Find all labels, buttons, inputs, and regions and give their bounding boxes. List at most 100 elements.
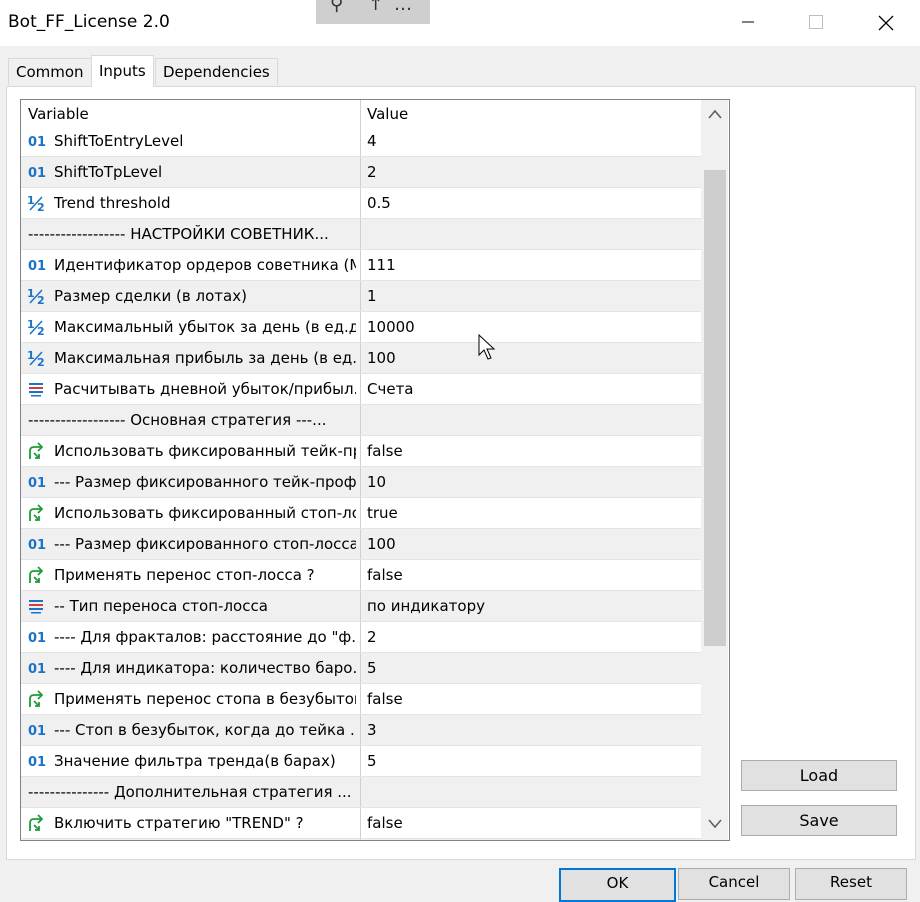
tab-dependencies[interactable]: Dependencies <box>155 58 278 85</box>
value-cell[interactable]: 111 <box>367 256 396 274</box>
search-icon[interactable]: ⚲ <box>330 0 343 15</box>
grid-row[interactable]: 1 2 Максимальная прибыль за день (в ед....… <box>21 343 701 374</box>
value-cell[interactable]: 3 <box>367 721 377 739</box>
close-button[interactable] <box>863 0 909 46</box>
scrollbar-thumb[interactable] <box>704 170 726 646</box>
svg-text:1: 1 <box>27 318 35 331</box>
grid-row[interactable]: Использовать фиксированный стоп-ло... tru… <box>21 498 701 529</box>
more-icon[interactable]: … <box>394 0 412 15</box>
value-cell[interactable]: 2 <box>367 628 377 646</box>
double-icon: 12 <box>27 287 47 307</box>
variable-name: Использовать фиксированный тейк-пр... <box>54 442 356 460</box>
variable-name: ---- Для индикатора: количество баро... <box>54 659 356 677</box>
grid-row[interactable]: 01 ShiftToEntryLevel 4 <box>21 126 701 157</box>
ok-button[interactable]: OK <box>559 868 676 902</box>
variable-name: --------------- Дополнительная стратегия… <box>28 783 352 801</box>
inputs-grid: Variable Value 01 ShiftToEntryLevel 4 01 Shi… <box>20 99 730 841</box>
variable-name: Размер сделки (в лотах) <box>54 287 247 305</box>
scroll-up-icon[interactable] <box>708 108 722 120</box>
grid-row[interactable]: 01 ---- Для фракталов: расстояние до "ф..… <box>21 622 701 653</box>
enum-icon <box>27 597 47 615</box>
variable-cell: 01 ---- Для фракталов: расстояние до "ф..… <box>21 622 361 652</box>
int-icon: 01 <box>27 132 47 150</box>
svg-text:2: 2 <box>37 325 45 336</box>
value-cell[interactable]: 10000 <box>367 318 415 336</box>
value-cell[interactable]: Счета <box>367 380 414 398</box>
value-cell[interactable]: 100 <box>367 535 396 553</box>
grid-row[interactable]: Расчитывать дневной убыток/прибыл... Счет… <box>21 374 701 405</box>
value-cell[interactable]: false <box>367 814 403 832</box>
bool-icon <box>27 814 47 832</box>
value-cell[interactable]: false <box>367 690 403 708</box>
maximize-button[interactable] <box>794 0 840 46</box>
grid-row[interactable]: 1 2 Trend threshold 0.5 <box>21 188 701 219</box>
grid-row[interactable]: 01 --- Размер фиксированного тейк-проф...… <box>21 467 701 498</box>
value-cell[interactable]: 1 <box>367 287 377 305</box>
grid-row[interactable]: 01 ShiftToTpLevel 2 <box>21 157 701 188</box>
scroll-down-icon[interactable] <box>708 818 722 830</box>
variable-name: -- Тип переноса стоп-лосса <box>54 597 268 615</box>
tab-common[interactable]: Common <box>8 58 92 85</box>
double-icon: 12 <box>27 349 47 369</box>
bool-icon <box>27 690 47 708</box>
grid-row[interactable]: Включить стратегию "TREND" ? false <box>21 808 701 839</box>
variable-name: Максимальная прибыль за день (в ед.... <box>54 349 356 367</box>
value-cell[interactable]: 4 <box>367 132 377 150</box>
grid-row[interactable]: Использовать фиксированный тейк-пр... fal… <box>21 436 701 467</box>
column-header-variable[interactable]: Variable <box>28 105 89 123</box>
grid-row[interactable]: ------------------ Основная стратегия --… <box>21 405 701 436</box>
window-title: Bot_FF_License 2.0 <box>8 12 170 32</box>
variable-cell: -- Тип переноса стоп-лосса <box>21 591 361 621</box>
column-divider[interactable] <box>360 100 361 128</box>
tab-inputs[interactable]: Inputs <box>91 55 154 87</box>
variable-cell: 01 Значение фильтра тренда(в барах) <box>21 746 361 776</box>
grid-row[interactable]: ------ ФИЛЬТРЫ ВРЕМЕНИ РАБОТЫ СОВ... <box>21 839 701 840</box>
variable-name: ---- Для фракталов: расстояние до "ф... <box>54 628 356 646</box>
grid-row[interactable]: 01 Идентификатор ордеров советника (М... 1… <box>21 250 701 281</box>
load-button[interactable]: Load <box>741 760 897 791</box>
value-cell[interactable]: по индикатору <box>367 597 485 615</box>
value-cell[interactable]: 5 <box>367 659 377 677</box>
reset-button[interactable]: Reset <box>795 868 907 900</box>
variable-cell: 1 2 Максимальный убыток за день (в ед.д... <box>21 312 361 342</box>
pin-icon[interactable]: ↑ <box>368 0 383 15</box>
minimize-button[interactable] <box>726 0 772 46</box>
value-cell[interactable]: 0.5 <box>367 194 391 212</box>
vertical-scrollbar[interactable] <box>701 100 728 840</box>
variable-cell: Использовать фиксированный тейк-пр... <box>21 436 361 466</box>
value-cell[interactable]: false <box>367 442 403 460</box>
variable-cell: ------ ФИЛЬТРЫ ВРЕМЕНИ РАБОТЫ СОВ... <box>21 839 361 840</box>
value-cell[interactable]: false <box>367 566 403 584</box>
variable-cell: 01 ---- Для индикатора: количество баро..… <box>21 653 361 683</box>
value-cell[interactable]: true <box>367 504 398 522</box>
variable-name: Идентификатор ордеров советника (М... <box>54 256 356 274</box>
svg-text:2: 2 <box>37 356 45 367</box>
save-button[interactable]: Save <box>741 805 897 836</box>
value-cell[interactable]: 100 <box>367 349 396 367</box>
svg-text:01: 01 <box>28 755 46 770</box>
grid-row[interactable]: Применять перенос стопа в безубыток ? fal… <box>21 684 701 715</box>
grid-row[interactable]: 1 2 Размер сделки (в лотах) 1 <box>21 281 701 312</box>
grid-row[interactable]: 01 Значение фильтра тренда(в барах) 5 <box>21 746 701 777</box>
grid-row[interactable]: --------------- Дополнительная стратегия… <box>21 777 701 808</box>
column-header-value[interactable]: Value <box>367 105 408 123</box>
variable-name: --- Стоп в безубыток, когда до тейка ... <box>54 721 356 739</box>
mouse-cursor-icon <box>478 334 496 360</box>
value-cell[interactable]: 5 <box>367 752 377 770</box>
svg-text:01: 01 <box>28 538 46 553</box>
floating-toolbar[interactable]: ⚲ ↑ … <box>316 0 430 24</box>
cancel-button[interactable]: Cancel <box>678 868 790 900</box>
grid-row[interactable]: 01 --- Стоп в безубыток, когда до тейка .… <box>21 715 701 746</box>
variable-cell: Использовать фиксированный стоп-ло... <box>21 498 361 528</box>
value-cell[interactable]: 10 <box>367 473 386 491</box>
grid-row[interactable]: 01 ---- Для индикатора: количество баро..… <box>21 653 701 684</box>
grid-row[interactable]: Применять перенос стоп-лосса ? false <box>21 560 701 591</box>
grid-row[interactable]: 1 2 Максимальный убыток за день (в ед.д...… <box>21 312 701 343</box>
variable-name: --- Размер фиксированного стоп-лосса... <box>54 535 356 553</box>
variable-cell: 01 --- Размер фиксированного тейк-проф... <box>21 467 361 497</box>
grid-row[interactable]: -- Тип переноса стоп-лосса по индикатору <box>21 591 701 622</box>
grid-row[interactable]: 01 --- Размер фиксированного стоп-лосса..… <box>21 529 701 560</box>
grid-row[interactable]: ------------------ НАСТРОЙКИ СОВЕТНИК... <box>21 219 701 250</box>
value-cell[interactable]: 2 <box>367 163 377 181</box>
variable-name: --- Размер фиксированного тейк-проф... <box>54 473 356 491</box>
